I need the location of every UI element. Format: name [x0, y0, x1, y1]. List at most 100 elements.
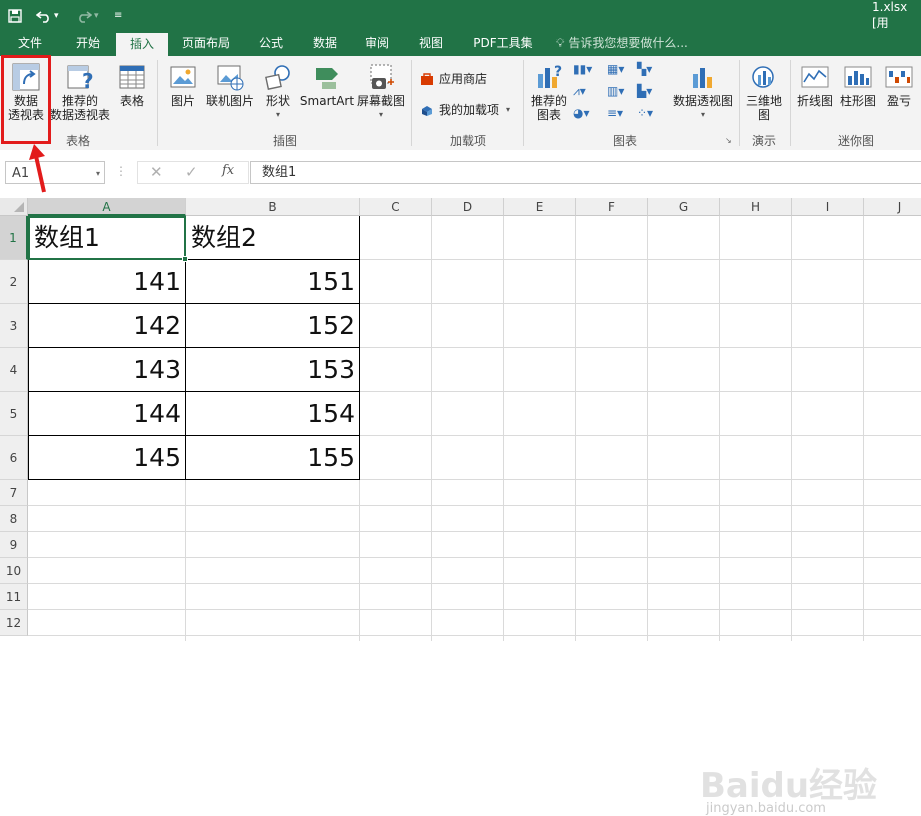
- store-icon: [421, 72, 433, 85]
- row-header-10[interactable]: 10: [0, 558, 28, 584]
- column-header-d[interactable]: D: [432, 198, 504, 216]
- gridline: [503, 216, 504, 641]
- store-button[interactable]: 应用商店: [420, 70, 487, 87]
- bar-chart-icon[interactable]: ≡▾: [607, 106, 623, 120]
- cell-a6[interactable]: 145: [29, 436, 185, 479]
- smartart-button[interactable]: SmartArt: [299, 62, 355, 108]
- gridline: [647, 216, 648, 641]
- 3d-map-label-1: 三维地: [745, 94, 782, 108]
- tab-pdf-tools[interactable]: PDF工具集: [462, 31, 544, 56]
- table-label: 表格: [119, 94, 144, 108]
- redo-icon[interactable]: ▾: [76, 0, 99, 31]
- recommended-charts-icon: ?: [538, 64, 562, 88]
- watermark-text: Baidu经验: [700, 766, 878, 806]
- cell-b4[interactable]: 153: [186, 348, 359, 391]
- watermark-url: jingyan.baidu.com: [706, 801, 826, 816]
- row-header-3[interactable]: 3: [0, 304, 28, 348]
- row-header-9[interactable]: 9: [0, 532, 28, 558]
- group-separator: [157, 60, 158, 146]
- formula-buttons: ✕ ✓ fx: [137, 161, 249, 184]
- online-picture-button[interactable]: 联机图片: [203, 62, 257, 108]
- row-header-8[interactable]: 8: [0, 506, 28, 532]
- select-all-corner[interactable]: [0, 198, 28, 216]
- row-header-7[interactable]: 7: [0, 480, 28, 506]
- customize-qat-icon[interactable]: ≡: [114, 0, 122, 31]
- column-header-a[interactable]: A: [28, 198, 186, 216]
- picture-button[interactable]: 图片: [166, 62, 200, 108]
- group-label-addins: 加载项: [449, 134, 486, 148]
- waterfall-chart-icon[interactable]: ▚▾: [637, 62, 652, 76]
- hierarchy-chart-icon[interactable]: ▦▾: [607, 62, 624, 76]
- cell-b1[interactable]: 数组2: [186, 216, 359, 259]
- column-header-j[interactable]: J: [864, 198, 921, 216]
- column-header-g[interactable]: G: [648, 198, 720, 216]
- recommended-charts-button[interactable]: ? 推荐的 图表: [527, 62, 571, 122]
- table-button[interactable]: 表格: [114, 62, 150, 108]
- column-header-f[interactable]: F: [576, 198, 648, 216]
- name-box-dropdown-icon[interactable]: ▾: [96, 162, 100, 185]
- cell-a5[interactable]: 144: [29, 392, 185, 435]
- tell-me-box[interactable]: 💡︎ 告诉我您想要做什么...: [556, 31, 688, 56]
- 3d-map-label-2: 图: [757, 108, 770, 122]
- group-label-charts: 图表: [612, 134, 637, 148]
- cell-b6[interactable]: 155: [186, 436, 359, 479]
- dialog-launcher-icon[interactable]: ↘: [725, 136, 732, 145]
- column-header-i[interactable]: I: [792, 198, 864, 216]
- column-header-c[interactable]: C: [360, 198, 432, 216]
- pie-chart-icon[interactable]: ◕▾: [573, 106, 590, 120]
- tab-review[interactable]: 审阅: [354, 31, 400, 56]
- column-header-b[interactable]: B: [186, 198, 360, 216]
- cell-b2[interactable]: 151: [186, 260, 359, 303]
- column-chart-icon[interactable]: ▮▮▾: [573, 62, 592, 76]
- save-icon[interactable]: [8, 0, 22, 31]
- tab-insert[interactable]: 插入: [116, 33, 168, 56]
- tab-home[interactable]: 开始: [62, 31, 114, 56]
- recommended-pivot-button[interactable]: ? 推荐的 数据透视表: [48, 62, 112, 122]
- tell-me-text: 告诉我您想要做什么...: [568, 36, 688, 50]
- formula-input[interactable]: 数组1: [250, 161, 921, 184]
- picture-label: 图片: [170, 94, 195, 108]
- cell-b3[interactable]: 152: [186, 304, 359, 347]
- row-header-4[interactable]: 4: [0, 348, 28, 392]
- tab-page-layout[interactable]: 页面布局: [176, 31, 236, 56]
- name-box-value: A1: [12, 166, 30, 181]
- group-separator: [739, 60, 740, 146]
- scatter-chart-icon[interactable]: ⁘▾: [637, 106, 653, 120]
- row-header-11[interactable]: 11: [0, 584, 28, 610]
- fill-handle[interactable]: [182, 256, 188, 262]
- cancel-icon[interactable]: ✕: [150, 163, 163, 181]
- column-sparkline-button[interactable]: 柱形图: [838, 62, 878, 108]
- cell-a4[interactable]: 143: [29, 348, 185, 391]
- row-header-1[interactable]: 1: [0, 216, 28, 260]
- insert-function-icon[interactable]: fx: [222, 163, 234, 178]
- group-separator: [523, 60, 524, 146]
- row-header-12[interactable]: 12: [0, 610, 28, 636]
- worksheet-grid[interactable]: A B C D E F G H I J 1 2 3 4 5 6 7 8 9 10…: [0, 198, 921, 816]
- tab-data[interactable]: 数据: [302, 31, 348, 56]
- screenshot-label: 屏幕截图: [356, 94, 405, 108]
- line-sparkline-button[interactable]: 折线图: [794, 62, 836, 108]
- row-header-2[interactable]: 2: [0, 260, 28, 304]
- row-header-5[interactable]: 5: [0, 392, 28, 436]
- tab-formulas[interactable]: 公式: [248, 31, 294, 56]
- enter-icon[interactable]: ✓: [185, 163, 198, 181]
- tab-file[interactable]: 文件: [4, 31, 56, 56]
- cell-a2[interactable]: 141: [29, 260, 185, 303]
- tab-view[interactable]: 视图: [408, 31, 454, 56]
- statistic-chart-icon[interactable]: ▥▾: [607, 84, 624, 98]
- column-header-e[interactable]: E: [504, 198, 576, 216]
- row-header-6[interactable]: 6: [0, 436, 28, 480]
- pivot-chart-button[interactable]: 数据透视图 ▾: [670, 62, 736, 122]
- combo-chart-icon[interactable]: ▙▾: [637, 84, 652, 98]
- my-addins-button[interactable]: 我的加载项 ▾: [420, 101, 510, 118]
- winloss-sparkline-button[interactable]: 盈亏: [880, 62, 918, 108]
- column-header-h[interactable]: H: [720, 198, 792, 216]
- line-chart-icon[interactable]: ⩘▾: [573, 84, 586, 99]
- screenshot-button[interactable]: 屏幕截图 ▾: [355, 62, 407, 122]
- shapes-button[interactable]: 形状 ▾: [259, 62, 297, 122]
- group-label-tours: 演示: [751, 134, 776, 148]
- 3d-map-button[interactable]: 三维地 图: [743, 62, 785, 122]
- cell-a3[interactable]: 142: [29, 304, 185, 347]
- cell-b5[interactable]: 154: [186, 392, 359, 435]
- undo-icon[interactable]: ▾: [36, 0, 59, 31]
